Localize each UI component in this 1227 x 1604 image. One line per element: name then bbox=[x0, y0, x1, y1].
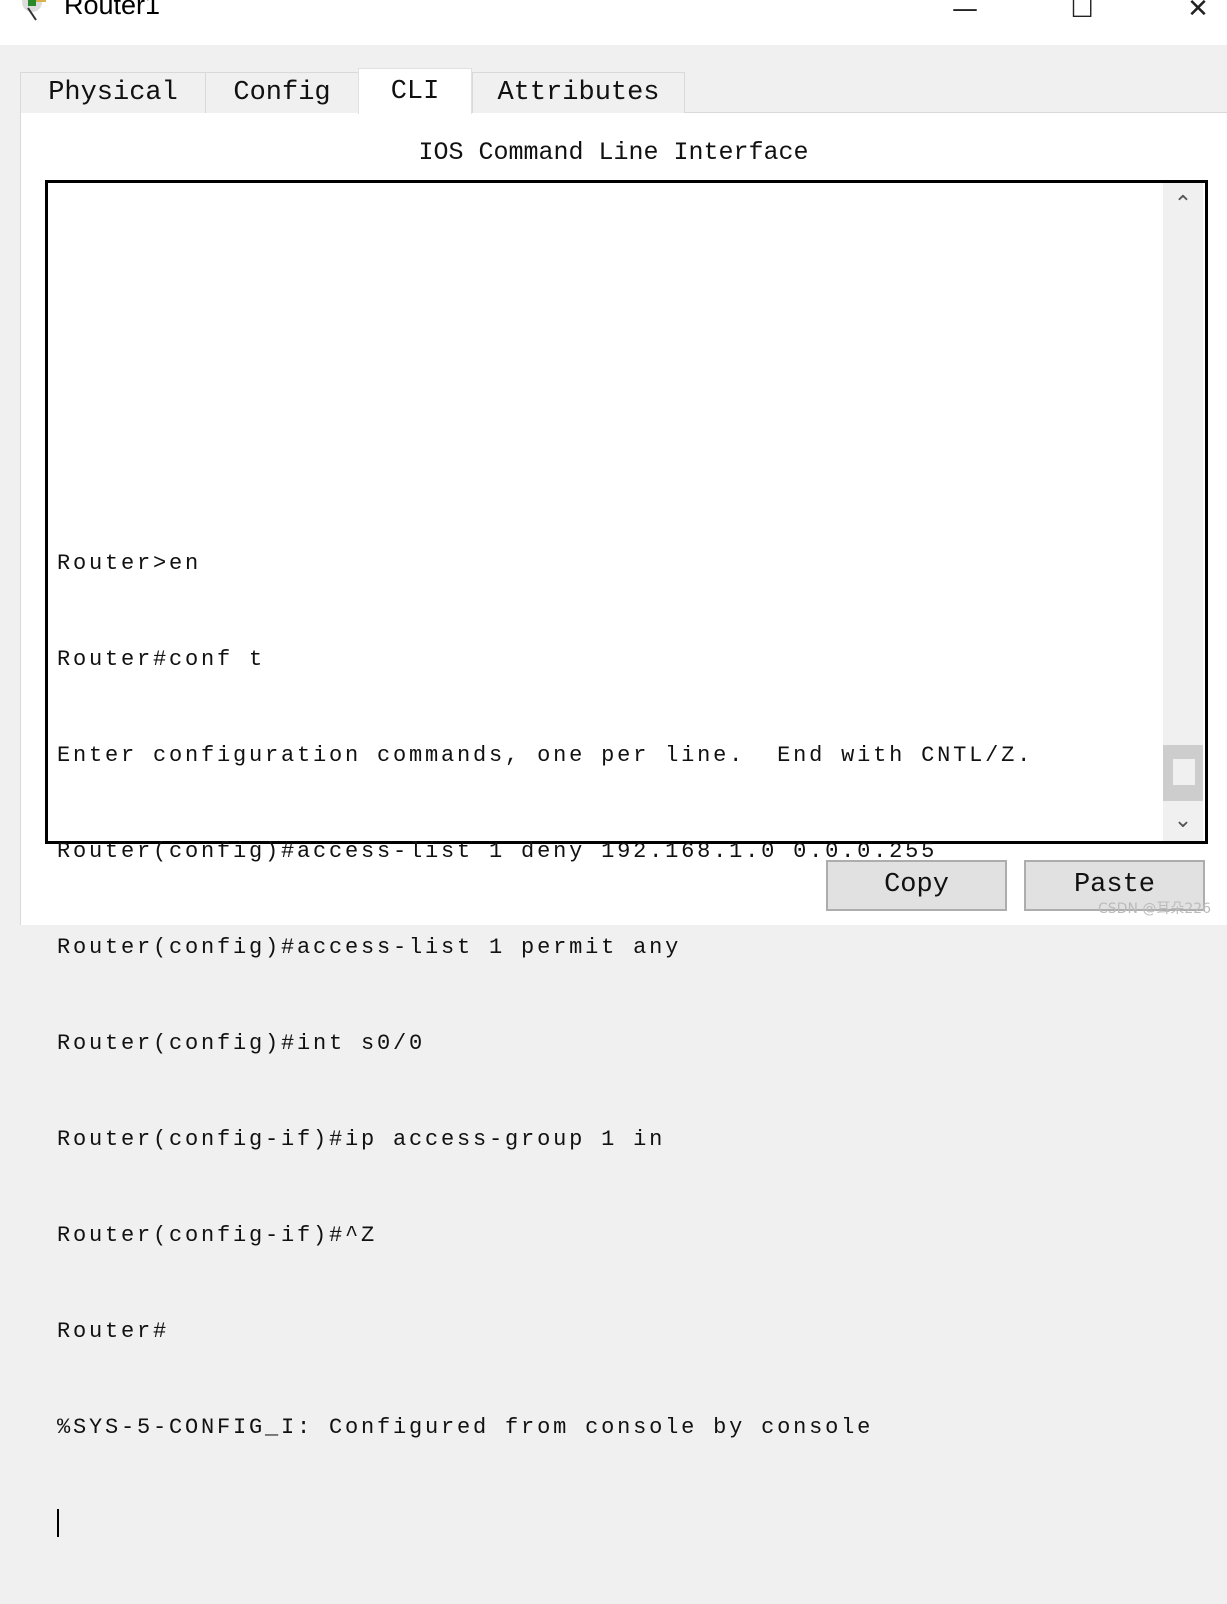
terminal-line: Router(config)#int s0/0 bbox=[57, 1031, 426, 1056]
close-icon[interactable]: ✕ bbox=[1173, 0, 1223, 30]
scrollbar-thumb[interactable] bbox=[1163, 745, 1203, 801]
tab-config[interactable]: Config bbox=[205, 72, 359, 113]
chevron-down-icon[interactable]: ⌄ bbox=[1163, 801, 1203, 841]
cli-terminal[interactable]: Router>en Router#conf t Enter configurat… bbox=[45, 180, 1208, 1538]
terminal-line: Enter configuration commands, one per li… bbox=[57, 743, 1034, 768]
vertical-scrollbar[interactable]: ⌃ ⌄ bbox=[1163, 183, 1203, 841]
terminal-line: Router(config)#access-list 1 permit any bbox=[57, 935, 682, 960]
copy-button[interactable]: Copy bbox=[826, 860, 1007, 911]
terminal-line: %SYS-5-CONFIG_I: Configured from console… bbox=[57, 1415, 874, 1440]
terminal-output: Router>en Router#conf t Enter configurat… bbox=[57, 484, 1033, 1604]
maximize-icon[interactable]: ☐ bbox=[1057, 0, 1107, 30]
text-cursor bbox=[57, 1509, 59, 1538]
terminal-line: Router(config-if)#^Z bbox=[57, 1223, 378, 1248]
minimize-icon[interactable]: — bbox=[940, 0, 990, 30]
title-bar: Router1 — ☐ ✕ bbox=[0, 0, 1227, 45]
terminal-input-line[interactable] bbox=[57, 1508, 1033, 1540]
terminal-line: Router>en bbox=[57, 551, 202, 576]
terminal-line: Router# bbox=[57, 1319, 170, 1344]
router-icon bbox=[22, 0, 46, 21]
terminal-line: Router(config-if)#ip access-group 1 in bbox=[57, 1127, 666, 1152]
window-title: Router1 bbox=[64, 0, 161, 20]
tab-attributes[interactable]: Attributes bbox=[472, 72, 685, 113]
tab-physical[interactable]: Physical bbox=[20, 72, 206, 113]
tab-cli[interactable]: CLI bbox=[358, 68, 472, 114]
watermark: CSDN @耳朵226 bbox=[1098, 901, 1212, 917]
chevron-up-icon[interactable]: ⌃ bbox=[1163, 185, 1203, 225]
terminal-line: Router#conf t bbox=[57, 647, 266, 672]
cli-heading: IOS Command Line Interface bbox=[418, 138, 809, 167]
